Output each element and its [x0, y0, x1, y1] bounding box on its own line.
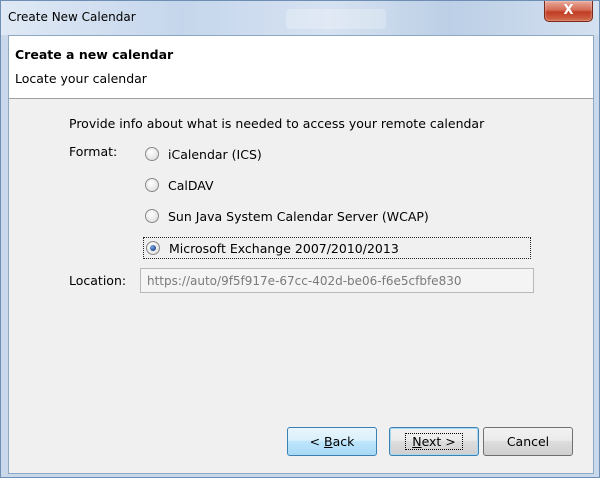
location-input[interactable]: [140, 268, 534, 293]
wizard-subtitle: Locate your calendar: [15, 71, 147, 86]
location-label: Location:: [69, 273, 127, 288]
dialog-window: Create New Calendar X Create a new calen…: [0, 0, 600, 478]
wizard-header: Create a new calendar Locate your calend…: [9, 36, 593, 99]
intro-text: Provide info about what is needed to acc…: [69, 116, 485, 131]
title-bar[interactable]: Create New Calendar X: [1, 1, 599, 35]
next-button-focus: Next >: [405, 433, 463, 450]
close-button[interactable]: X: [544, 1, 593, 22]
radio-dot-icon: [150, 245, 156, 251]
dialog-body: Create a new calendar Locate your calend…: [8, 35, 594, 474]
radio-button-selected-icon[interactable]: [146, 241, 160, 255]
radio-option-wcap[interactable]: Sun Java System Calendar Server (WCAP): [143, 206, 531, 228]
radio-button-icon[interactable]: [145, 178, 159, 192]
back-button-prefix: <: [309, 434, 325, 449]
radio-label: Sun Java System Calendar Server (WCAP): [168, 209, 429, 224]
radio-button-icon[interactable]: [145, 147, 159, 161]
wizard-title: Create a new calendar: [15, 47, 174, 62]
close-icon: X: [563, 3, 574, 18]
format-label: Format:: [69, 144, 118, 159]
radio-button-icon[interactable]: [145, 209, 159, 223]
window-title: Create New Calendar: [8, 10, 136, 24]
next-button-accel: N: [412, 434, 422, 449]
background-window-ghost: [286, 9, 386, 29]
radio-label: iCalendar (ICS): [168, 147, 262, 162]
next-button-label: ext >: [421, 434, 456, 449]
radio-label: Microsoft Exchange 2007/2010/2013: [169, 241, 399, 256]
back-button-accel: B: [324, 434, 333, 449]
cancel-button[interactable]: Cancel: [483, 427, 573, 456]
radio-label: CalDAV: [168, 178, 214, 193]
back-button-label: ack: [332, 434, 355, 449]
radio-option-icalendar[interactable]: iCalendar (ICS): [143, 144, 531, 166]
next-button[interactable]: Next >: [389, 427, 479, 456]
back-button[interactable]: < Back: [287, 427, 377, 456]
radio-option-caldav[interactable]: CalDAV: [143, 175, 531, 197]
radio-option-exchange[interactable]: Microsoft Exchange 2007/2010/2013: [143, 237, 531, 259]
cancel-button-label: Cancel: [506, 434, 550, 449]
